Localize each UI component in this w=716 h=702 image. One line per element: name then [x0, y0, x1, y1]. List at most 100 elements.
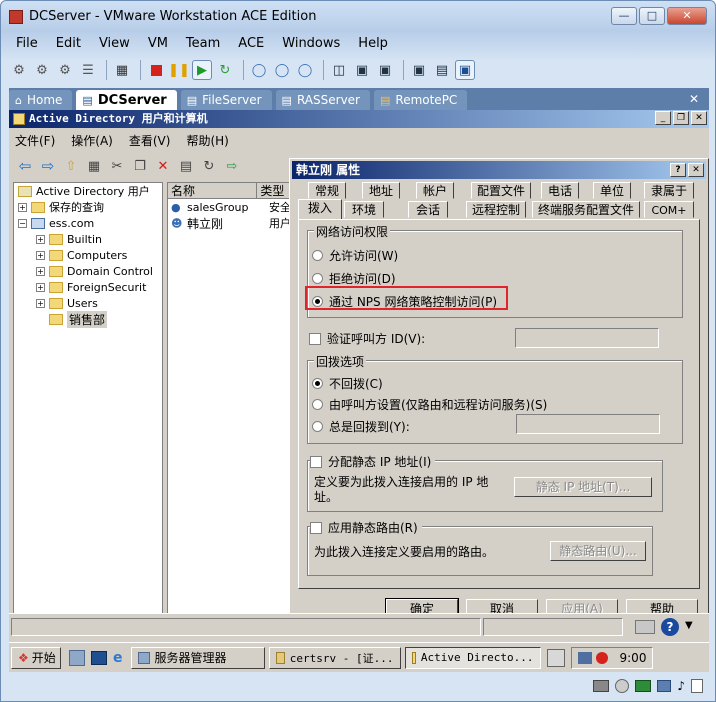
reset-icon[interactable]: ↻: [215, 60, 235, 80]
dialog-close-button[interactable]: ✕: [688, 163, 704, 177]
quick-launch-server-icon[interactable]: [69, 649, 85, 666]
message-log-icon[interactable]: [691, 679, 703, 693]
appliance-view-icon[interactable]: ▤: [432, 60, 452, 80]
close-tab-icon[interactable]: ✕: [689, 92, 699, 106]
tree-item-domain[interactable]: − ess.com: [14, 215, 162, 231]
maximize-button[interactable]: □: [639, 7, 665, 25]
mmc-menu-help[interactable]: 帮助(H): [186, 132, 228, 149]
snapshot-manager-icon[interactable]: ⚙: [55, 60, 75, 80]
quick-launch-ie-icon[interactable]: e: [113, 650, 123, 666]
dialog-help-button[interactable]: ?: [670, 163, 686, 177]
radio-no-callback[interactable]: 不回拨(C): [312, 375, 383, 392]
summary-view-icon[interactable]: ▣: [409, 60, 429, 80]
usb-icon[interactable]: [657, 680, 672, 692]
quick-launch-desktop-icon[interactable]: [91, 650, 107, 665]
tab-address[interactable]: 地址: [362, 182, 400, 199]
callback-number-field[interactable]: [516, 414, 660, 434]
full-screen-icon[interactable]: ▣: [352, 60, 372, 80]
sound-icon[interactable]: ♪: [677, 679, 685, 693]
radio-always-callback[interactable]: 总是回拨到(Y):: [312, 418, 410, 435]
back-icon[interactable]: ⇦: [15, 156, 35, 176]
delete-icon[interactable]: ✕: [153, 156, 173, 176]
list-row[interactable]: ☻ 韩立刚 用户: [168, 215, 294, 231]
tree-item-computers[interactable]: + Computers: [14, 247, 162, 263]
tab-rasserver[interactable]: ▤ RASServer: [275, 90, 370, 110]
quick-switch-icon[interactable]: ▣: [375, 60, 395, 80]
expand-icon[interactable]: +: [36, 298, 45, 308]
radio-deny-access[interactable]: 拒绝访问(D): [312, 270, 396, 287]
tree-item-foreign-security[interactable]: + ForeignSecurit: [14, 279, 162, 295]
tab-profile[interactable]: 配置文件: [471, 182, 531, 199]
tab-remotepc[interactable]: ▤ RemotePC: [373, 90, 468, 110]
show-tree-icon[interactable]: ▦: [84, 156, 104, 176]
mmc-restore-button[interactable]: ❐: [673, 111, 689, 125]
restore-snapshot-icon[interactable]: ◯: [272, 60, 292, 80]
static-ip-button[interactable]: 静态 IP 地址(T)...: [514, 477, 652, 497]
column-name[interactable]: 名称: [168, 183, 258, 198]
take-snapshot-icon[interactable]: ◯: [249, 60, 269, 80]
radio-caller-set[interactable]: 由呼叫方设置(仅路由和远程访问服务)(S): [312, 396, 547, 413]
mmc-menu-view[interactable]: 查看(V): [129, 132, 171, 149]
tree-item-root[interactable]: Active Directory 用户: [14, 183, 162, 199]
tree-item-saved-queries[interactable]: + 保存的查询: [14, 199, 162, 215]
properties-icon[interactable]: ▤: [176, 156, 196, 176]
taskbar-certsrv[interactable]: certsrv - [证...: [268, 646, 401, 669]
expand-icon[interactable]: +: [36, 234, 45, 244]
network-adapter-icon[interactable]: [635, 680, 652, 692]
verify-caller-checkbox[interactable]: 验证呼叫方 ID(V):: [309, 330, 425, 347]
menu-windows[interactable]: Windows: [282, 36, 340, 51]
menu-edit[interactable]: Edit: [56, 36, 81, 51]
expand-icon[interactable]: +: [36, 266, 45, 276]
start-button[interactable]: ❖ 开始: [11, 646, 61, 669]
hard-disk-icon[interactable]: [593, 680, 610, 692]
tab-member-of[interactable]: 隶属于: [644, 182, 694, 199]
tab-dcserver[interactable]: ▤ DCServer: [76, 90, 177, 110]
tab-com-plus[interactable]: COM+: [644, 201, 694, 218]
close-button[interactable]: ✕: [667, 7, 707, 25]
list-row[interactable]: ● salesGroup 安全: [168, 199, 294, 215]
tab-fileserver[interactable]: ▤ FileServer: [180, 90, 272, 110]
copy-icon[interactable]: ❐: [130, 156, 150, 176]
minimize-button[interactable]: —: [611, 7, 637, 25]
sidebar-toggle-icon[interactable]: ◫: [329, 60, 349, 80]
suspend-icon[interactable]: ❚❚: [168, 60, 190, 80]
power-on-icon[interactable]: ▶: [192, 60, 212, 80]
refresh-icon[interactable]: ↻: [199, 156, 219, 176]
tree-item-sales[interactable]: 销售部: [14, 310, 162, 328]
mmc-menu-file[interactable]: 文件(F): [15, 132, 55, 149]
forward-icon[interactable]: ⇨: [38, 156, 58, 176]
tab-organization[interactable]: 单位: [593, 182, 631, 199]
tab-account[interactable]: 帐户: [416, 182, 454, 199]
mmc-minimize-button[interactable]: _: [655, 111, 671, 125]
menu-view[interactable]: View: [99, 36, 130, 51]
static-routes-checkbox[interactable]: 应用静态路由(R): [310, 519, 422, 536]
expand-icon[interactable]: +: [18, 202, 27, 212]
mmc-menu-action[interactable]: 操作(A): [71, 132, 113, 149]
collapse-icon[interactable]: −: [18, 218, 27, 228]
up-folder-icon[interactable]: ⇧: [61, 156, 81, 176]
tab-telephone[interactable]: 电话: [541, 182, 579, 199]
tree-item-users[interactable]: + Users: [14, 295, 162, 311]
tab-ts-profile[interactable]: 终端服务配置文件: [532, 201, 640, 218]
menu-help[interactable]: Help: [358, 36, 388, 51]
cut-icon[interactable]: ✂: [107, 156, 127, 176]
revert-snapshot-icon[interactable]: ⚙: [32, 60, 52, 80]
tab-general[interactable]: 常规: [308, 182, 346, 199]
tab-remote-control[interactable]: 远程控制: [466, 201, 526, 218]
language-bar-icon[interactable]: [546, 648, 565, 667]
static-ip-checkbox[interactable]: 分配静态 IP 地址(I): [310, 453, 436, 470]
expand-icon[interactable]: +: [36, 250, 45, 260]
tree-item-builtin[interactable]: + Builtin: [14, 231, 162, 247]
tab-home[interactable]: ⌂ Home: [9, 90, 73, 110]
cd-rom-icon[interactable]: [615, 679, 630, 693]
help-circle-icon[interactable]: ?: [661, 618, 679, 636]
console-icon[interactable]: ▦: [112, 60, 132, 80]
tab-sessions[interactable]: 会话: [408, 201, 448, 218]
taskbar-server-manager[interactable]: 服务器管理器: [130, 646, 265, 669]
console-view-icon[interactable]: ▣: [455, 60, 475, 80]
network-tray-icon[interactable]: [577, 651, 592, 664]
menu-file[interactable]: File: [16, 36, 38, 51]
vm-settings-icon[interactable]: ☰: [78, 60, 98, 80]
tab-environment[interactable]: 环境: [344, 201, 384, 218]
static-routes-button[interactable]: 静态路由(U)...: [550, 541, 646, 561]
